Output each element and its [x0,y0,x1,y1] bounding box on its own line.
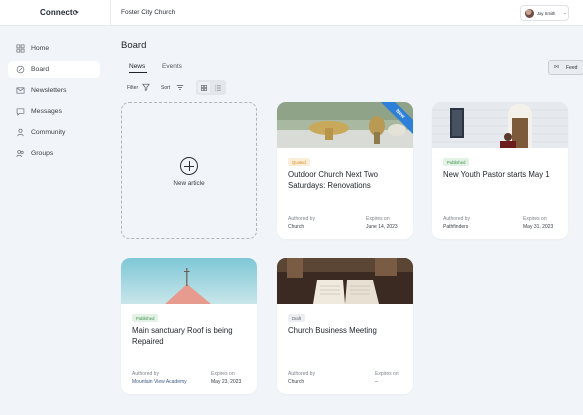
person-icon [17,128,24,137]
sidebar-item-label: Groups [31,149,54,157]
expires-date: – [375,379,378,385]
article-title: Main sanctuary Roof is being Repaired [132,326,233,346]
avatar [525,9,534,18]
board-icon [16,65,25,74]
article-image [121,258,257,304]
tab-events[interactable]: Events [162,63,182,70]
article-card[interactable]: Draft Church Business Meeting Authored b… [277,258,413,394]
view-toggle [196,80,226,95]
status-badge: Published [443,158,470,166]
logo-mark-icon: ⟳ [72,10,79,17]
status-badge: Draft [288,314,306,322]
article-title: New Youth Pastor starts May 1 [443,170,550,179]
article-title: Church Business Meeting [288,326,377,335]
expires-date: May 23, 2023 [211,379,242,385]
sidebar-item-board[interactable]: Board [8,61,100,78]
article-image [432,102,568,148]
page-title: Board [121,40,147,51]
sidebar-item-groups[interactable]: Groups [8,145,100,162]
authored-label: Authored by [443,216,470,222]
authored-label: Authored by [288,216,315,222]
org-name: Foster City Church [121,9,176,16]
sidebar-item-label: Home [31,44,50,52]
expires-label: Expires on [211,371,235,377]
list-view-button[interactable] [212,82,224,93]
expires-label: Expires on [375,371,399,377]
sidebar-item-label: Board [31,65,50,73]
article-card[interactable]: Published New Youth Pastor starts May 1 … [432,102,568,239]
grid-icon [201,84,207,91]
author-name[interactable]: Mountain View Academy [132,379,187,385]
group-icon [16,150,24,158]
sidebar: Home Board Newsletters Messages Communit… [0,26,110,415]
sidebar-item-label: Messages [31,107,62,115]
user-name: Jay Smith [537,10,556,16]
feed-label: Feed [566,65,578,71]
sidebar-item-label: Newsletters [31,86,67,94]
sidebar-item-messages[interactable]: Messages [8,103,100,120]
tab-active-underline [129,72,147,73]
sidebar-item-home[interactable]: Home [8,40,100,57]
article-card[interactable]: Published Main sanctuary Roof is being R… [121,258,257,394]
sidebar-item-community[interactable]: Community [8,124,100,141]
authored-label: Authored by [132,371,159,377]
expires-label: Expires on [523,216,547,222]
plus-icon [180,157,198,175]
expires-date: June 14, 2023 [366,224,398,230]
status-badge: Published [132,314,159,322]
message-icon [16,108,25,116]
article-image [277,258,413,304]
new-article-card[interactable]: New article [121,102,257,239]
app-logo[interactable]: Connect⟳ [40,8,79,17]
article-title: Outdoor Church Next Two Saturdays: Renov… [288,170,378,190]
sidebar-item-label: Community [31,128,66,136]
list-icon [215,85,221,90]
top-bar: Connect⟳ Foster City Church Jay Smith ⌄ [0,0,583,26]
user-menu[interactable]: Jay Smith ⌄ [520,5,569,21]
author-name: Pathfinders [443,224,469,230]
sidebar-item-newsletters[interactable]: Newsletters [8,82,100,99]
tab-news[interactable]: News [129,63,145,70]
filter-icon[interactable] [142,83,150,91]
sort-icon[interactable] [176,84,184,91]
expires-label: Expires on [366,216,390,222]
author-name: Church [288,379,305,385]
sort-label[interactable]: Sort [161,85,170,91]
home-icon [16,44,25,53]
author-name: Church [288,224,305,230]
authored-label: Authored by [288,371,315,377]
filter-label[interactable]: Filter [127,85,138,91]
expires-date: May 31, 2023 [523,224,554,230]
status-badge: Quoted [288,158,310,166]
grid-view-button[interactable] [198,82,210,93]
feed-icon: ⋈ [554,64,559,70]
article-card[interactable]: New Quoted Outdoor Church Next Two Satur… [277,102,413,239]
feed-button[interactable]: ⋈ Feed [548,60,583,75]
top-divider [110,0,111,26]
new-article-label: New article [173,180,205,187]
mail-icon [16,87,25,94]
chevron-down-icon: ⌄ [563,10,567,15]
